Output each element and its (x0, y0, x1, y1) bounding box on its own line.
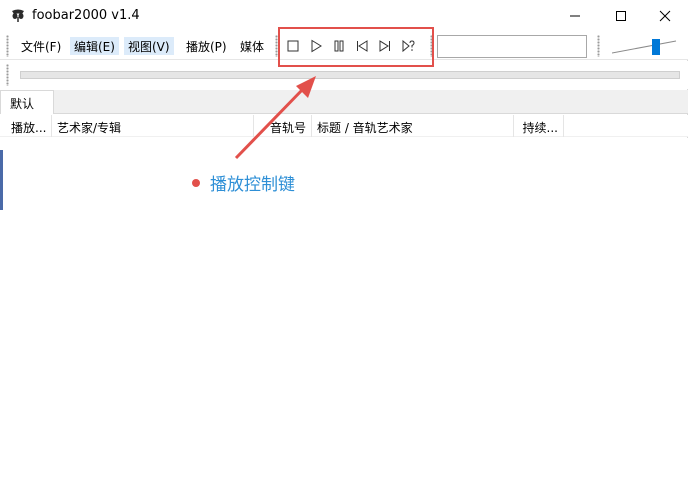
annotation-text: 播放控制键 (210, 175, 295, 195)
window-edge-marker (0, 150, 3, 210)
minimize-icon (570, 15, 580, 17)
menu-media[interactable]: 媒体 (236, 37, 268, 55)
volume-grip[interactable] (597, 35, 600, 57)
seekbar[interactable] (20, 71, 680, 79)
foobar-logo-icon (12, 9, 24, 22)
menu-view[interactable]: 视图(V) (124, 37, 174, 55)
playlist-header: 播放... 艺术家/专辑 音轨号 标题 / 音轨艺术家 持续... (0, 115, 688, 137)
column-playing[interactable]: 播放... (6, 115, 52, 137)
close-icon (659, 10, 671, 22)
playlist-tabs: 默认 (0, 90, 688, 114)
column-duration[interactable]: 持续... (514, 115, 564, 137)
app-window: foobar2000 v1.4 文件(F) 编辑(E) 视图(V) 播放(P) … (0, 0, 688, 464)
volume-thumb[interactable] (652, 39, 660, 55)
maximize-icon (616, 11, 626, 21)
window-title: foobar2000 v1.4 (32, 8, 140, 23)
volume-slider[interactable] (612, 38, 680, 56)
column-artist-album[interactable]: 艺术家/专辑 (52, 115, 254, 137)
search-input[interactable] (437, 35, 587, 58)
column-title-track-artist[interactable]: 标题 / 音轨艺术家 (312, 115, 514, 137)
menu-edit[interactable]: 编辑(E) (70, 37, 119, 55)
seekbar-grip[interactable] (6, 64, 9, 86)
annotation-label: 播放控制键 (192, 170, 295, 195)
menu-playback[interactable]: 播放(P) (182, 37, 231, 55)
playback-controls-highlight (278, 27, 434, 67)
tab-default[interactable]: 默认 (0, 90, 54, 114)
menu-grip[interactable] (6, 35, 9, 57)
annotation-arrow-icon (234, 76, 316, 160)
bullet-dot-icon (192, 178, 200, 187)
maximize-button[interactable] (598, 0, 644, 32)
minimize-button[interactable] (552, 0, 598, 32)
close-button[interactable] (642, 0, 688, 32)
playlist-view[interactable] (0, 138, 688, 464)
menu-file[interactable]: 文件(F) (17, 37, 65, 55)
